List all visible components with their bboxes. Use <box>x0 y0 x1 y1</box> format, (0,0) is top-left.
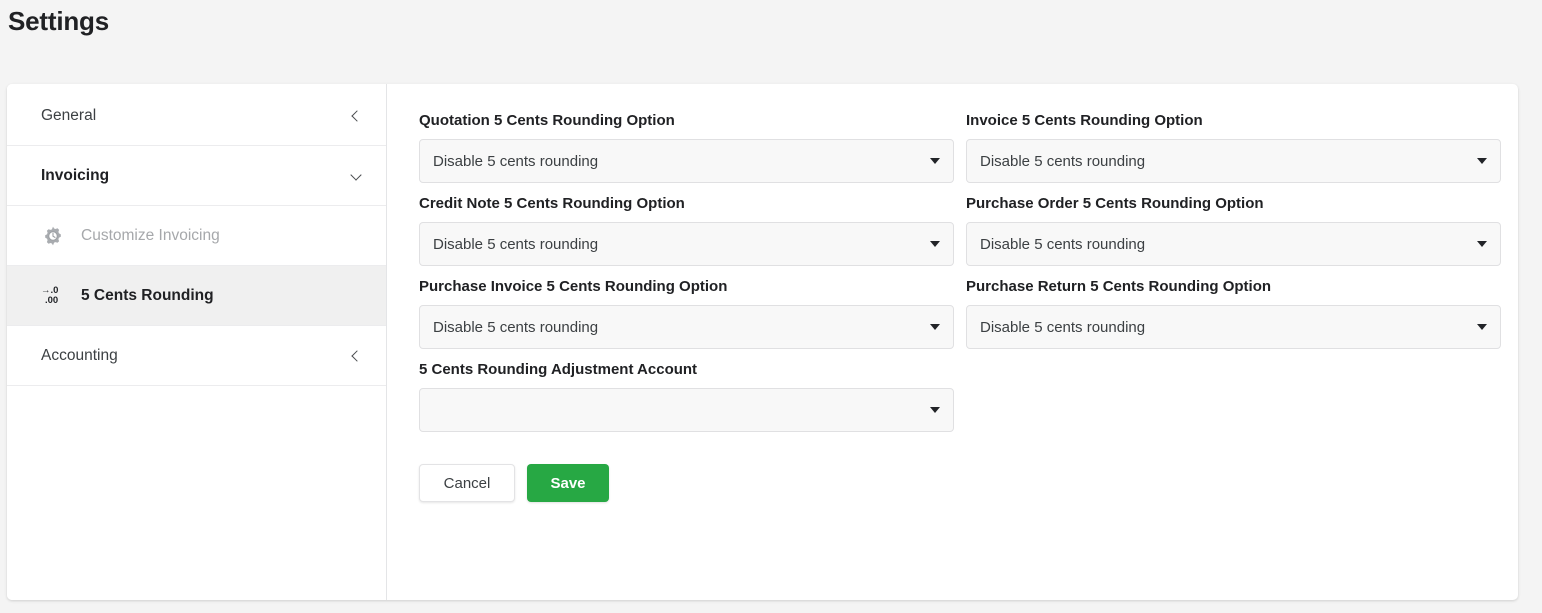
chevron-left-icon[interactable] <box>350 109 364 123</box>
sidebar-item-accounting[interactable]: Accounting <box>7 326 386 386</box>
sidebar-item-label: Invoicing <box>41 166 110 184</box>
field-label: 5 Cents Rounding Adjustment Account <box>419 361 698 378</box>
invoice-rounding-select[interactable]: Disable 5 cents rounding <box>966 139 1501 183</box>
select-value: Disable 5 cents rounding <box>980 318 1146 336</box>
sidebar-item-invoicing[interactable]: Invoicing <box>7 146 386 206</box>
decimal-round-icon: →.0 .00 <box>41 283 71 309</box>
field-label: Credit Note 5 Cents Rounding Option <box>419 195 685 212</box>
sidebar-item-label: General <box>41 106 97 124</box>
chevron-down-icon[interactable] <box>1477 241 1487 247</box>
chevron-down-icon[interactable] <box>350 169 364 183</box>
chevron-down-icon[interactable] <box>1477 324 1487 330</box>
sidebar-item-general[interactable]: General <box>7 86 386 146</box>
chevron-down-icon[interactable] <box>930 241 940 247</box>
select-value: Disable 5 cents rounding <box>980 152 1146 170</box>
chevron-down-icon[interactable] <box>930 324 940 330</box>
chevron-down-icon[interactable] <box>1477 158 1487 164</box>
field-label: Invoice 5 Cents Rounding Option <box>966 112 1203 129</box>
chevron-down-icon[interactable] <box>930 407 940 413</box>
field-label: Purchase Return 5 Cents Rounding Option <box>966 278 1272 295</box>
sidebar-item-label: Accounting <box>41 346 118 364</box>
save-button[interactable]: Save <box>527 464 609 502</box>
field-purchase-invoice-rounding: Purchase Invoice 5 Cents Rounding Option… <box>419 278 954 349</box>
field-credit-note-rounding: Credit Note 5 Cents Rounding Option Disa… <box>419 195 954 266</box>
purchase-return-rounding-select[interactable]: Disable 5 cents rounding <box>966 305 1501 349</box>
field-label: Purchase Invoice 5 Cents Rounding Option <box>419 278 728 295</box>
page-title: Settings <box>8 6 109 36</box>
field-quotation-rounding: Quotation 5 Cents Rounding Option Disabl… <box>419 112 954 183</box>
settings-main-panel: Quotation 5 Cents Rounding Option Disabl… <box>387 84 1518 600</box>
decimal-round-icon-line2: .00 <box>45 294 59 306</box>
gear-clock-icon <box>41 223 71 249</box>
purchase-order-rounding-select[interactable]: Disable 5 cents rounding <box>966 222 1501 266</box>
sidebar-item-5-cents-rounding[interactable]: →.0 .00 5 Cents Rounding <box>7 266 386 326</box>
credit-note-rounding-select[interactable]: Disable 5 cents rounding <box>419 222 954 266</box>
settings-sidebar: General Invoicing Customize Invoicing →.… <box>7 84 387 600</box>
select-value: Disable 5 cents rounding <box>980 235 1146 253</box>
field-label: Quotation 5 Cents Rounding Option <box>419 112 675 129</box>
field-purchase-order-rounding: Purchase Order 5 Cents Rounding Option D… <box>966 195 1501 266</box>
grid-spacer <box>966 361 1501 444</box>
field-purchase-return-rounding: Purchase Return 5 Cents Rounding Option … <box>966 278 1501 349</box>
chevron-left-icon[interactable] <box>350 349 364 363</box>
form-actions: Cancel Save <box>419 464 1501 502</box>
settings-card: General Invoicing Customize Invoicing →.… <box>7 84 1518 600</box>
sidebar-item-label: Customize Invoicing <box>81 226 220 244</box>
select-value: Disable 5 cents rounding <box>433 152 599 170</box>
purchase-invoice-rounding-select[interactable]: Disable 5 cents rounding <box>419 305 954 349</box>
chevron-down-icon[interactable] <box>930 158 940 164</box>
field-rounding-adjustment-account: 5 Cents Rounding Adjustment Account <box>419 361 954 432</box>
rounding-adjustment-account-select[interactable] <box>419 388 954 432</box>
cancel-button[interactable]: Cancel <box>419 464 515 502</box>
rounding-options-grid: Quotation 5 Cents Rounding Option Disabl… <box>419 112 1501 444</box>
select-value: Disable 5 cents rounding <box>433 318 599 336</box>
quotation-rounding-select[interactable]: Disable 5 cents rounding <box>419 139 954 183</box>
sidebar-item-customize-invoicing[interactable]: Customize Invoicing <box>7 206 386 266</box>
field-invoice-rounding: Invoice 5 Cents Rounding Option Disable … <box>966 112 1501 183</box>
select-value: Disable 5 cents rounding <box>433 235 599 253</box>
field-label: Purchase Order 5 Cents Rounding Option <box>966 195 1264 212</box>
page-header: Settings <box>0 0 1542 84</box>
sidebar-item-label: 5 Cents Rounding <box>81 286 214 304</box>
